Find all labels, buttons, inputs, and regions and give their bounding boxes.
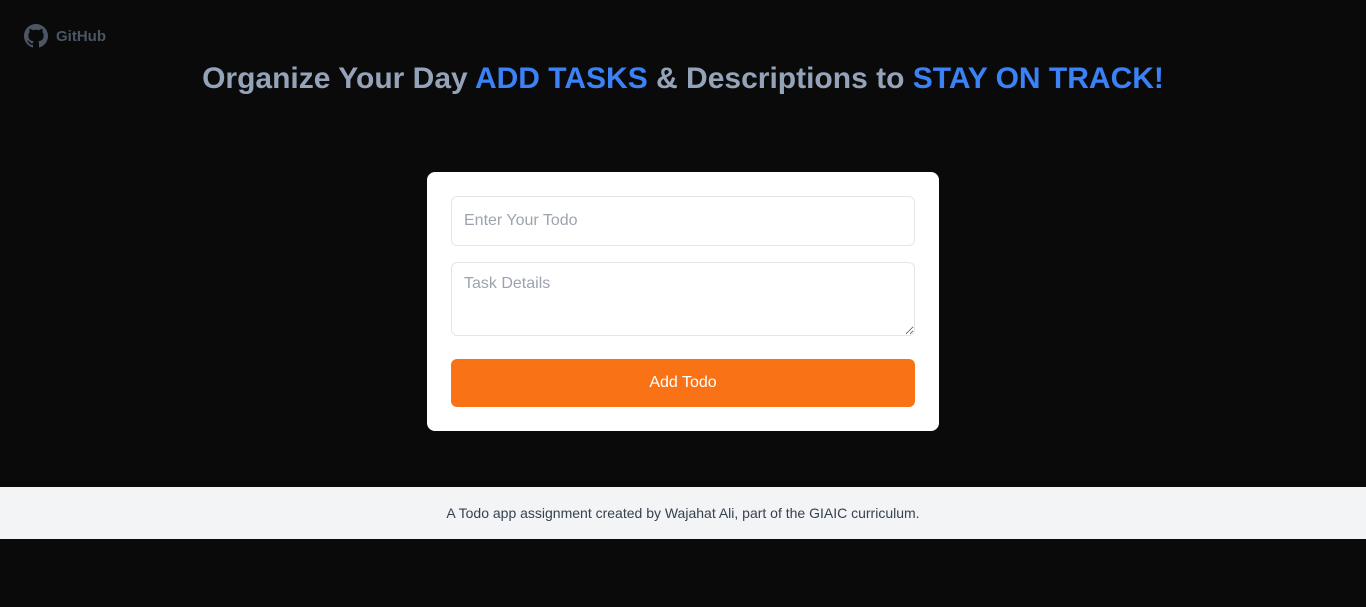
add-todo-button[interactable]: Add Todo — [451, 359, 915, 407]
github-label: GitHub — [56, 27, 106, 45]
title-accent-stay-on-track: STAY ON TRACK! — [912, 62, 1164, 95]
title-text-1: Organize Your Day — [202, 62, 475, 95]
page-title: Organize Your Day ADD TASKS & Descriptio… — [0, 62, 1366, 96]
todo-form-card: Add Todo — [427, 172, 939, 431]
todo-input[interactable] — [451, 196, 915, 246]
github-link[interactable]: GitHub — [24, 24, 106, 48]
github-icon — [24, 24, 48, 48]
title-accent-add-tasks: ADD TASKS — [474, 62, 648, 95]
title-text-2: & Descriptions to — [647, 62, 913, 95]
task-details-input[interactable] — [451, 262, 915, 336]
footer-text: A Todo app assignment created by Wajahat… — [446, 505, 920, 521]
footer: A Todo app assignment created by Wajahat… — [0, 487, 1366, 539]
